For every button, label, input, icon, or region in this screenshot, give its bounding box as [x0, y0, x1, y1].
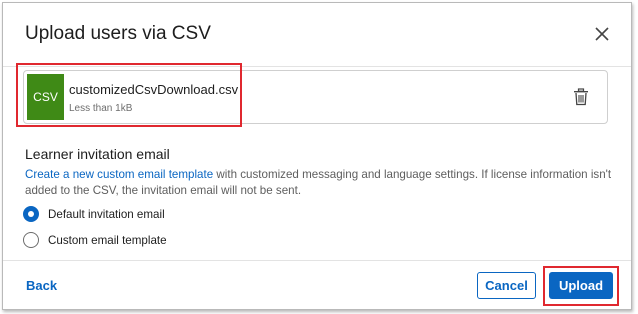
radio-checked-icon[interactable] [23, 206, 39, 222]
footer-divider [3, 260, 631, 261]
file-name: customizedCsvDownload.csv [69, 82, 239, 97]
back-button[interactable]: Back [26, 278, 57, 293]
radio-unchecked-icon[interactable] [23, 232, 39, 248]
close-icon[interactable] [593, 25, 611, 43]
csv-file-icon: CSV [27, 74, 64, 120]
radio-label: Default invitation email [48, 207, 165, 221]
upload-users-dialog: Upload users via CSV CSV customizedCsvDo… [2, 2, 632, 310]
dialog-header: Upload users via CSV [3, 3, 631, 67]
radio-custom-template[interactable]: Custom email template [23, 232, 167, 248]
cancel-button[interactable]: Cancel [477, 272, 536, 299]
file-size: Less than 1kB [69, 103, 133, 114]
trash-icon[interactable] [573, 88, 589, 106]
uploaded-file-card: CSV customizedCsvDownload.csv Less than … [23, 70, 608, 124]
upload-button[interactable]: Upload [549, 272, 613, 299]
invitation-description: Create a new custom email template with … [25, 167, 615, 199]
invitation-heading: Learner invitation email [25, 146, 170, 162]
create-template-link[interactable]: Create a new custom email template [25, 168, 213, 181]
radio-label: Custom email template [48, 233, 167, 247]
dialog-title: Upload users via CSV [25, 23, 211, 44]
radio-default-invitation[interactable]: Default invitation email [23, 206, 165, 222]
